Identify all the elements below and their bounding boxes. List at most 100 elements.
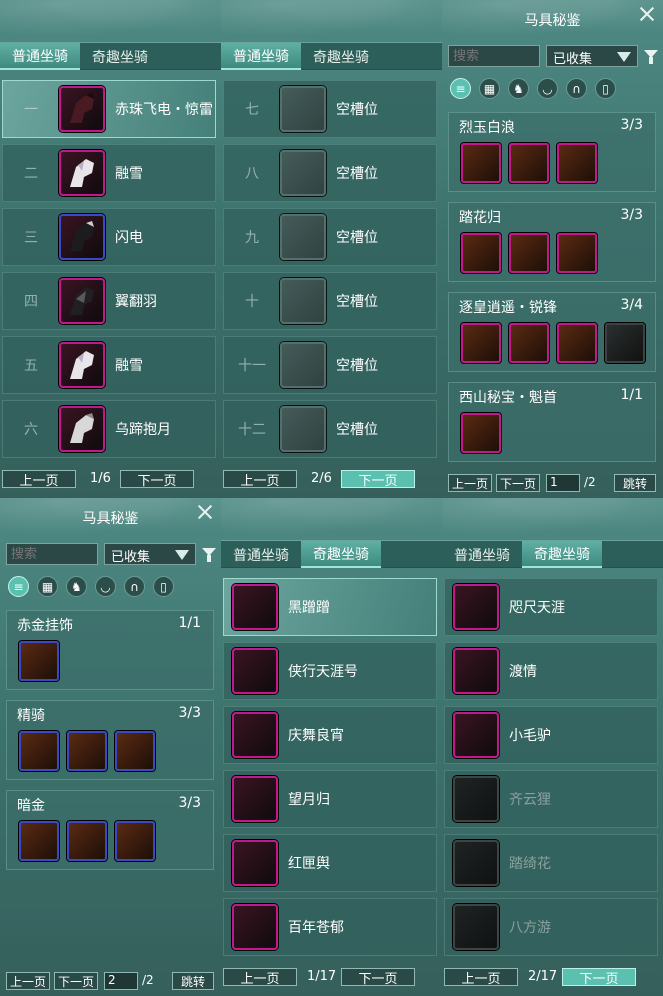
category-icons: ≡ ▦ ♞ ◡ ∩ ▯ bbox=[8, 576, 174, 600]
mount-item[interactable]: 红匣舆 bbox=[223, 834, 437, 892]
list-icon[interactable]: ≡ bbox=[8, 576, 29, 597]
mount-item[interactable]: 黑蹭蹭 bbox=[223, 578, 437, 636]
saddle-icon[interactable]: ◡ bbox=[537, 78, 558, 99]
horseshoe-icon[interactable]: ∩ bbox=[124, 576, 145, 597]
empty-slot-icon bbox=[280, 278, 326, 324]
mount-slot[interactable]: 四 翼翻羽 bbox=[2, 272, 216, 330]
shield-icon[interactable]: ▯ bbox=[153, 576, 174, 597]
reins-icon[interactable] bbox=[461, 143, 501, 183]
empty-mount-slot[interactable]: 七 空槽位 bbox=[223, 80, 437, 138]
horse-head-icon[interactable]: ♞ bbox=[66, 576, 87, 597]
equipment-set[interactable]: 西山秘宝・魁首 1/1 bbox=[448, 382, 656, 462]
empty-mount-slot[interactable]: 十 空槽位 bbox=[223, 272, 437, 330]
set-pieces bbox=[461, 233, 597, 273]
mount-item[interactable]: 百年苍郁 bbox=[223, 898, 437, 956]
uncollected-armor-icon[interactable] bbox=[605, 323, 645, 363]
empty-mount-slot[interactable]: 十一 空槽位 bbox=[223, 336, 437, 394]
reins-icon[interactable] bbox=[19, 821, 59, 861]
grid-icon[interactable]: ▦ bbox=[37, 576, 58, 597]
saddle-icon[interactable]: ◡ bbox=[95, 576, 116, 597]
jump-button[interactable]: 跳转 bbox=[614, 474, 656, 492]
search-input[interactable] bbox=[6, 543, 98, 565]
equipment-set[interactable]: 赤金挂饰 1/1 bbox=[6, 610, 214, 690]
armor-icon[interactable] bbox=[115, 731, 155, 771]
saddle-icon[interactable] bbox=[67, 821, 107, 861]
horse-head-icon[interactable]: ♞ bbox=[508, 78, 529, 99]
saddle-icon[interactable] bbox=[67, 731, 107, 771]
next-page-button[interactable]: 下一页 bbox=[120, 470, 194, 489]
next-page-button[interactable]: 下一页 bbox=[341, 968, 415, 987]
prev-page-button[interactable]: 上一页 bbox=[2, 470, 76, 489]
tab-fun-mounts[interactable]: 奇趣坐骑 bbox=[522, 541, 602, 568]
slot-number: 一 bbox=[24, 102, 38, 118]
armor-icon[interactable] bbox=[115, 821, 155, 861]
grid-icon[interactable]: ▦ bbox=[479, 78, 500, 99]
mount-item-locked[interactable]: 踏绮花 bbox=[444, 834, 658, 892]
next-page-button[interactable]: 下一页 bbox=[496, 474, 540, 492]
collected-filter-select[interactable]: 已收集 bbox=[104, 543, 196, 565]
filter-icon[interactable] bbox=[644, 49, 658, 65]
prev-page-button[interactable]: 上一页 bbox=[448, 474, 492, 492]
reins-icon[interactable] bbox=[19, 731, 59, 771]
page-indicator: 1/6 bbox=[90, 471, 111, 486]
tab-normal-mounts[interactable]: 普通坐骑 bbox=[221, 43, 301, 70]
equipment-set[interactable]: 精骑 3/3 bbox=[6, 700, 214, 780]
filter-icon[interactable] bbox=[202, 547, 216, 563]
mount-item[interactable]: 小毛驴 bbox=[444, 706, 658, 764]
list-icon[interactable]: ≡ bbox=[450, 78, 471, 99]
empty-mount-slot[interactable]: 十二 空槽位 bbox=[223, 400, 437, 458]
next-page-button[interactable]: 下一页 bbox=[54, 972, 98, 990]
mount-item-locked[interactable]: 齐云狸 bbox=[444, 770, 658, 828]
page-input[interactable]: 2 bbox=[104, 972, 138, 990]
ornament-icon[interactable] bbox=[19, 641, 59, 681]
mount-item[interactable]: 庆舞良宵 bbox=[223, 706, 437, 764]
mount-item[interactable]: 渡情 bbox=[444, 642, 658, 700]
slot-number: 五 bbox=[24, 358, 38, 374]
mount-item-locked[interactable]: 八方游 bbox=[444, 898, 658, 956]
horseshoe-icon[interactable]: ∩ bbox=[566, 78, 587, 99]
mount-item[interactable]: 望月归 bbox=[223, 770, 437, 828]
equipment-set[interactable]: 踏花归 3/3 bbox=[448, 202, 656, 282]
prev-page-button[interactable]: 上一页 bbox=[223, 968, 297, 987]
mount-item[interactable]: 咫尺天涯 bbox=[444, 578, 658, 636]
equipment-set[interactable]: 暗金 3/3 bbox=[6, 790, 214, 870]
tab-normal-mounts[interactable]: 普通坐骑 bbox=[221, 541, 301, 568]
empty-mount-slot[interactable]: 九 空槽位 bbox=[223, 208, 437, 266]
tab-fun-mounts[interactable]: 奇趣坐骑 bbox=[301, 541, 381, 568]
mount-name: 融雪 bbox=[115, 358, 143, 374]
tab-fun-mounts[interactable]: 奇趣坐骑 bbox=[301, 43, 381, 70]
tab-normal-mounts[interactable]: 普通坐骑 bbox=[442, 541, 522, 568]
mount-slot[interactable]: 六 乌蹄抱月 bbox=[2, 400, 216, 458]
mount-slot[interactable]: 三 闪电 bbox=[2, 208, 216, 266]
page-input[interactable]: 1 bbox=[546, 474, 580, 492]
empty-mount-slot[interactable]: 八 空槽位 bbox=[223, 144, 437, 202]
armor-icon[interactable] bbox=[557, 143, 597, 183]
prev-page-button[interactable]: 上一页 bbox=[223, 470, 297, 489]
prev-page-button[interactable]: 上一页 bbox=[444, 968, 518, 987]
collected-filter-select[interactable]: 已收集 bbox=[546, 45, 638, 67]
mount-slot[interactable]: 五 融雪 bbox=[2, 336, 216, 394]
next-page-button[interactable]: 下一页 bbox=[562, 968, 636, 987]
tab-fun-mounts[interactable]: 奇趣坐骑 bbox=[80, 43, 160, 70]
mount-slot[interactable]: 二 融雪 bbox=[2, 144, 216, 202]
equipment-set[interactable]: 逐皇逍遥・锐锋 3/4 bbox=[448, 292, 656, 372]
armor-icon[interactable] bbox=[557, 233, 597, 273]
prev-page-button[interactable]: 上一页 bbox=[6, 972, 50, 990]
shield-icon[interactable]: ▯ bbox=[595, 78, 616, 99]
armor-icon[interactable] bbox=[557, 323, 597, 363]
search-input[interactable] bbox=[448, 45, 540, 67]
mount-slot[interactable]: 一 赤珠飞电・惊雷 bbox=[2, 80, 216, 138]
mount-item[interactable]: 侠行天涯号 bbox=[223, 642, 437, 700]
reins-icon[interactable] bbox=[461, 323, 501, 363]
jump-button[interactable]: 跳转 bbox=[172, 972, 214, 990]
close-icon[interactable] bbox=[637, 4, 657, 24]
next-page-button[interactable]: 下一页 bbox=[341, 470, 415, 489]
saddle-icon[interactable] bbox=[509, 143, 549, 183]
token-icon[interactable] bbox=[461, 413, 501, 453]
saddle-icon[interactable] bbox=[509, 233, 549, 273]
tab-normal-mounts[interactable]: 普通坐骑 bbox=[0, 43, 80, 70]
reins-icon[interactable] bbox=[461, 233, 501, 273]
saddle-icon[interactable] bbox=[509, 323, 549, 363]
equipment-set[interactable]: 烈玉白浪 3/3 bbox=[448, 112, 656, 192]
close-icon[interactable] bbox=[195, 502, 215, 522]
